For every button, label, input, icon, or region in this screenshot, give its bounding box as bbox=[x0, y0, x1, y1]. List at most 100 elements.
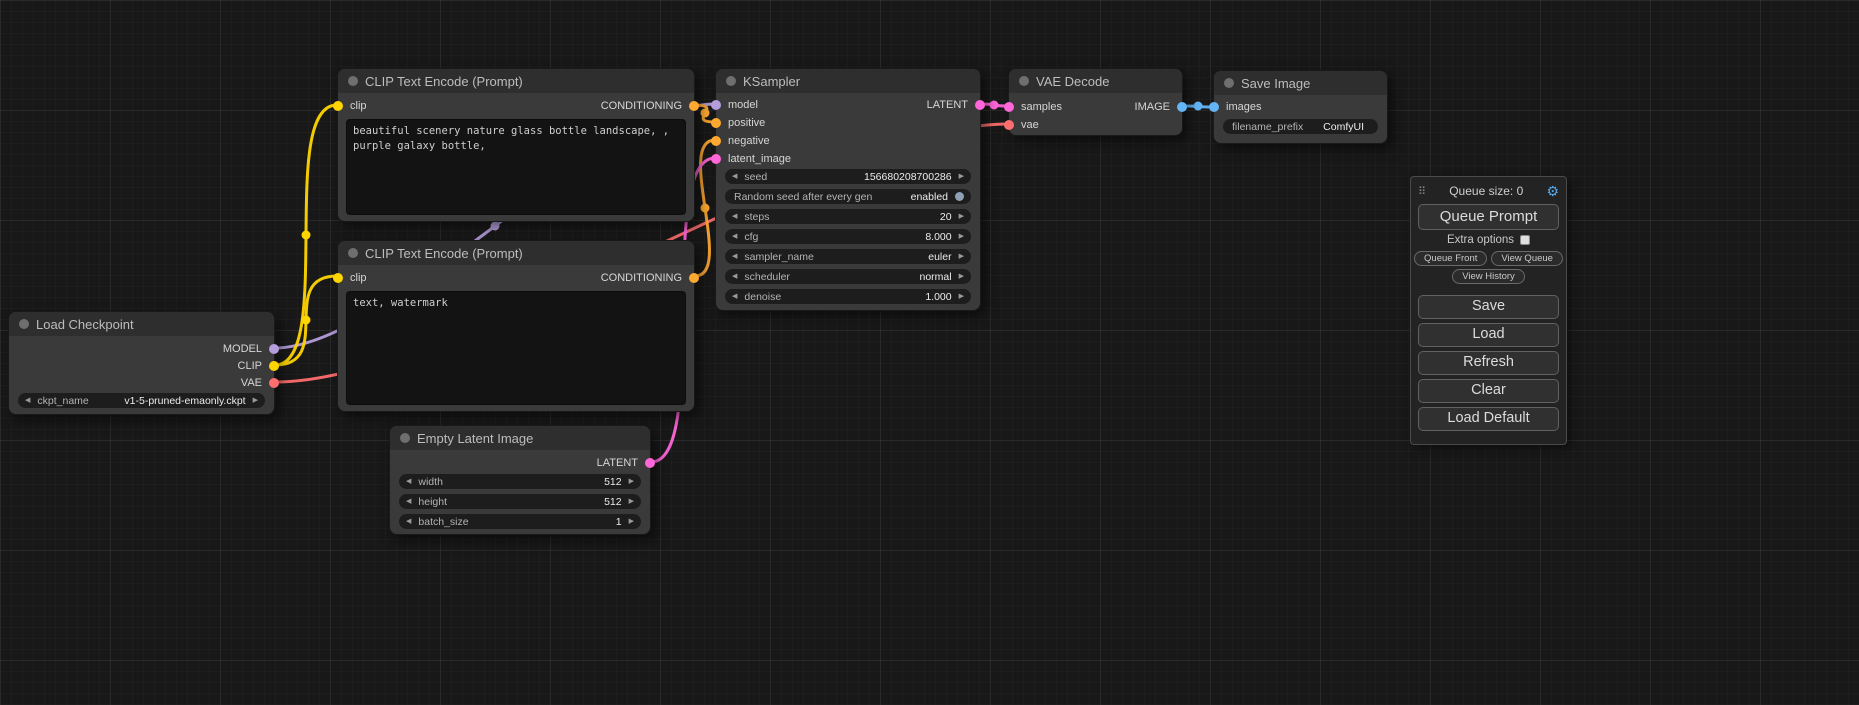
collapse-dot[interactable] bbox=[726, 76, 736, 86]
view-history-button[interactable]: View History bbox=[1452, 269, 1525, 284]
port-row: samples IMAGE bbox=[1009, 98, 1182, 116]
output-port-clip[interactable] bbox=[269, 361, 279, 371]
input-port-latent-image[interactable] bbox=[711, 154, 721, 164]
decrement-arrow-icon[interactable]: ◀ bbox=[406, 498, 411, 505]
node-clip-text-encode-positive[interactable]: CLIP Text Encode (Prompt) clip CONDITION… bbox=[337, 68, 695, 222]
clear-button[interactable]: Clear bbox=[1418, 379, 1559, 403]
toggle-dot-icon[interactable] bbox=[955, 192, 964, 201]
collapse-dot[interactable] bbox=[400, 433, 410, 443]
decrement-arrow-icon[interactable]: ◀ bbox=[406, 478, 411, 485]
save-button[interactable]: Save bbox=[1418, 295, 1559, 319]
ckpt-name-widget[interactable]: ◀ ckpt_name v1-5-pruned-emaonly.ckpt ▶ bbox=[18, 393, 265, 408]
extra-options-checkbox[interactable] bbox=[1520, 235, 1530, 245]
decrement-arrow-icon[interactable]: ◀ bbox=[732, 173, 737, 180]
view-queue-button[interactable]: View Queue bbox=[1491, 251, 1563, 266]
input-port-clip[interactable] bbox=[333, 273, 343, 283]
wire-midpoint-dot bbox=[701, 109, 710, 118]
node-empty-latent-image[interactable]: Empty Latent Image LATENT ◀ width 512 ▶ … bbox=[389, 425, 651, 535]
output-port-conditioning[interactable] bbox=[689, 273, 699, 283]
increment-arrow-icon[interactable]: ▶ bbox=[959, 253, 964, 260]
filename-prefix-widget[interactable]: filename_prefix ComfyUI bbox=[1223, 119, 1378, 134]
increment-arrow-icon[interactable]: ▶ bbox=[629, 498, 634, 505]
decrement-arrow-icon[interactable]: ◀ bbox=[25, 397, 30, 404]
positive-prompt-textarea[interactable]: beautiful scenery nature glass bottle la… bbox=[346, 119, 686, 215]
negative-prompt-textarea[interactable]: text, watermark bbox=[346, 291, 686, 405]
drag-handle-icon[interactable]: ⠿ bbox=[1418, 185, 1426, 198]
output-label-conditioning: CONDITIONING bbox=[601, 100, 682, 112]
output-label-latent: LATENT bbox=[927, 99, 968, 111]
node-ksampler[interactable]: KSampler model LATENT positive negative … bbox=[715, 68, 981, 311]
increment-arrow-icon[interactable]: ▶ bbox=[629, 478, 634, 485]
node-title-bar[interactable]: Empty Latent Image bbox=[390, 426, 650, 450]
node-title-bar[interactable]: Save Image bbox=[1214, 71, 1387, 95]
scheduler-widget[interactable]: ◀ scheduler normal ▶ bbox=[725, 269, 971, 284]
output-port-image[interactable] bbox=[1177, 102, 1187, 112]
queue-front-button[interactable]: Queue Front bbox=[1414, 251, 1487, 266]
collapse-dot[interactable] bbox=[19, 319, 29, 329]
input-port-model[interactable] bbox=[711, 100, 721, 110]
sampler-name-widget[interactable]: ◀ sampler_name euler ▶ bbox=[725, 249, 971, 264]
output-port-model[interactable] bbox=[269, 344, 279, 354]
queue-prompt-button[interactable]: Queue Prompt bbox=[1418, 204, 1559, 230]
output-row-vae: VAE bbox=[9, 374, 274, 391]
output-port-conditioning[interactable] bbox=[689, 101, 699, 111]
collapse-dot[interactable] bbox=[1019, 76, 1029, 86]
collapse-dot[interactable] bbox=[348, 76, 358, 86]
wire-midpoint-dot bbox=[302, 316, 311, 325]
output-port-latent[interactable] bbox=[645, 458, 655, 468]
cfg-widget[interactable]: ◀ cfg 8.000 ▶ bbox=[725, 229, 971, 244]
input-label-clip: clip bbox=[350, 100, 367, 112]
node-vae-decode[interactable]: VAE Decode samples IMAGE vae bbox=[1008, 68, 1183, 136]
decrement-arrow-icon[interactable]: ◀ bbox=[732, 253, 737, 260]
decrement-arrow-icon[interactable]: ◀ bbox=[732, 293, 737, 300]
decrement-arrow-icon[interactable]: ◀ bbox=[732, 213, 737, 220]
input-port-positive[interactable] bbox=[711, 118, 721, 128]
input-port-samples[interactable] bbox=[1004, 102, 1014, 112]
refresh-button[interactable]: Refresh bbox=[1418, 351, 1559, 375]
increment-arrow-icon[interactable]: ▶ bbox=[629, 518, 634, 525]
node-title-bar[interactable]: Load Checkpoint bbox=[9, 312, 274, 336]
decrement-arrow-icon[interactable]: ◀ bbox=[732, 273, 737, 280]
increment-arrow-icon[interactable]: ▶ bbox=[959, 213, 964, 220]
input-port-clip[interactable] bbox=[333, 101, 343, 111]
node-load-checkpoint[interactable]: Load Checkpoint MODEL CLIP VAE ◀ ckpt_na… bbox=[8, 311, 275, 415]
load-default-button[interactable]: Load Default bbox=[1418, 407, 1559, 431]
random-seed-toggle-widget[interactable]: Random seed after every gen enabled bbox=[725, 189, 971, 204]
batch-size-widget[interactable]: ◀ batch_size 1 ▶ bbox=[399, 514, 641, 529]
input-port-vae[interactable] bbox=[1004, 120, 1014, 130]
output-row-latent: LATENT bbox=[390, 454, 650, 472]
increment-arrow-icon[interactable]: ▶ bbox=[253, 397, 258, 404]
collapse-dot[interactable] bbox=[348, 248, 358, 258]
decrement-arrow-icon[interactable]: ◀ bbox=[406, 518, 411, 525]
load-button[interactable]: Load bbox=[1418, 323, 1559, 347]
wire-midpoint-dot bbox=[302, 231, 311, 240]
input-port-negative[interactable] bbox=[711, 136, 721, 146]
denoise-widget[interactable]: ◀ denoise 1.000 ▶ bbox=[725, 289, 971, 304]
node-title-bar[interactable]: VAE Decode bbox=[1009, 69, 1182, 93]
node-title-bar[interactable]: KSampler bbox=[716, 69, 980, 93]
increment-arrow-icon[interactable]: ▶ bbox=[959, 173, 964, 180]
increment-arrow-icon[interactable]: ▶ bbox=[959, 233, 964, 240]
width-widget[interactable]: ◀ width 512 ▶ bbox=[399, 474, 641, 489]
settings-gear-icon[interactable]: ⚙ bbox=[1546, 184, 1559, 198]
widget-value: 1 bbox=[616, 516, 622, 528]
node-save-image[interactable]: Save Image images filename_prefix ComfyU… bbox=[1213, 70, 1388, 144]
node-clip-text-encode-negative[interactable]: CLIP Text Encode (Prompt) clip CONDITION… bbox=[337, 240, 695, 412]
increment-arrow-icon[interactable]: ▶ bbox=[959, 273, 964, 280]
widget-value: v1-5-pruned-emaonly.ckpt bbox=[124, 395, 245, 407]
input-port-images[interactable] bbox=[1209, 102, 1219, 112]
input-label-negative: negative bbox=[728, 135, 770, 147]
increment-arrow-icon[interactable]: ▶ bbox=[959, 293, 964, 300]
decrement-arrow-icon[interactable]: ◀ bbox=[732, 233, 737, 240]
height-widget[interactable]: ◀ height 512 ▶ bbox=[399, 494, 641, 509]
node-title-bar[interactable]: CLIP Text Encode (Prompt) bbox=[338, 69, 694, 93]
output-port-latent[interactable] bbox=[975, 100, 985, 110]
node-title-bar[interactable]: CLIP Text Encode (Prompt) bbox=[338, 241, 694, 265]
steps-widget[interactable]: ◀ steps 20 ▶ bbox=[725, 209, 971, 224]
widget-label: filename_prefix bbox=[1232, 121, 1303, 133]
seed-widget[interactable]: ◀ seed 156680208700286 ▶ bbox=[725, 169, 971, 184]
graph-canvas[interactable]: Load Checkpoint MODEL CLIP VAE ◀ ckpt_na… bbox=[0, 0, 1859, 705]
collapse-dot[interactable] bbox=[1224, 78, 1234, 88]
input-label-positive: positive bbox=[728, 117, 765, 129]
output-port-vae[interactable] bbox=[269, 378, 279, 388]
